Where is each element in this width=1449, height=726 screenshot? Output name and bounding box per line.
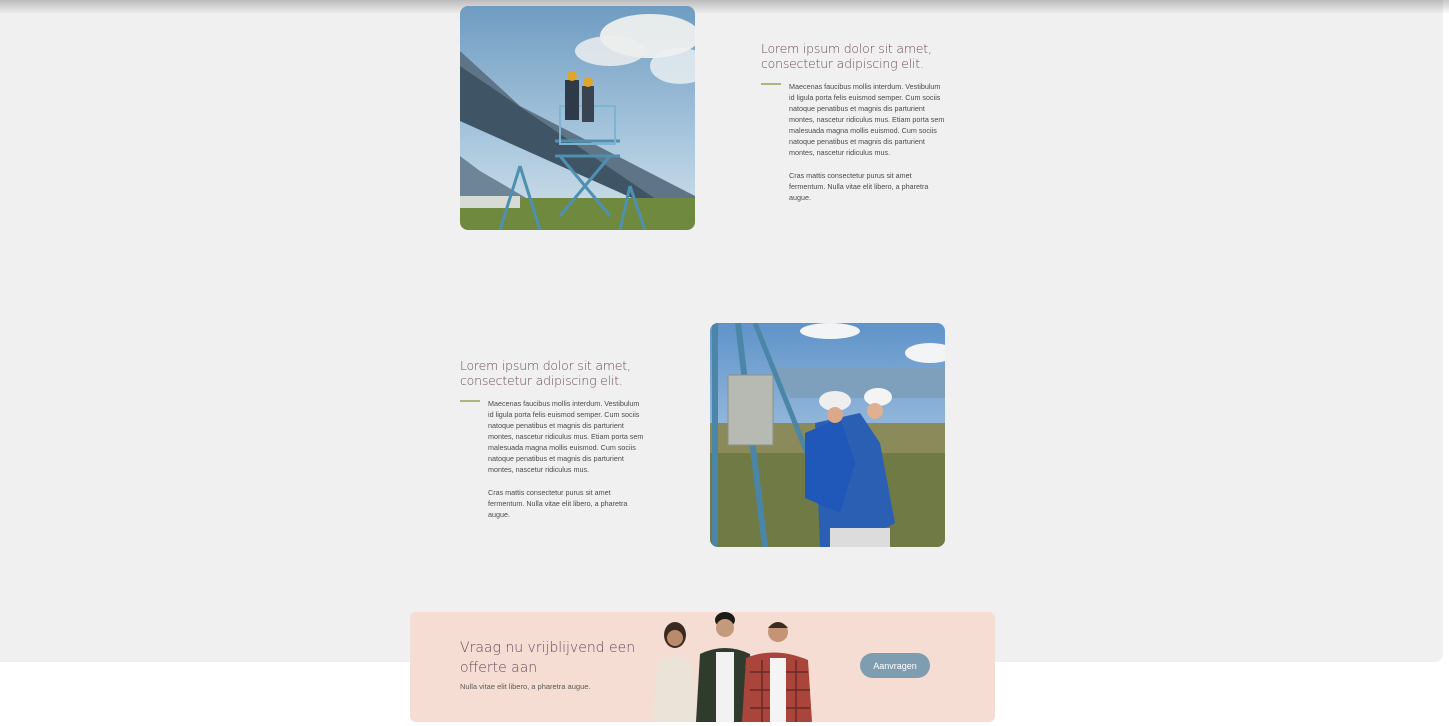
cta-subtitle: Nulla vitae elit libero, a pharetra augu… <box>460 682 591 691</box>
request-quote-button[interactable]: Aanvragen <box>860 653 930 678</box>
section-1-heading: Lorem ipsum dolor sit amet, consectetur … <box>761 41 932 71</box>
section-2-paragraph-2: Cras mattis consectetur purus sit amet f… <box>488 488 628 519</box>
section-1-image <box>460 6 695 230</box>
accent-divider <box>761 83 781 85</box>
quote-cta-banner: Vraag nu vrijblijvend een offerte aan Nu… <box>410 612 995 722</box>
section-1-paragraph-1: Maecenas faucibus mollis interdum. Vesti… <box>789 82 945 157</box>
section-2-text: Lorem ipsum dolor sit amet, consectetur … <box>460 358 650 520</box>
cta-title: Vraag nu vrijblijvend een offerte aan <box>460 640 636 676</box>
cta-people-image <box>652 612 812 722</box>
section-2-heading: Lorem ipsum dolor sit amet, consectetur … <box>460 358 631 388</box>
section-1-paragraph-2: Cras mattis consectetur purus sit amet f… <box>789 171 929 202</box>
section-2-body: Maecenas faucibus mollis interdum. Vesti… <box>460 398 650 520</box>
header-shadow <box>0 0 1449 14</box>
section-1-text: Lorem ipsum dolor sit amet, consectetur … <box>761 41 951 203</box>
accent-divider <box>460 400 480 402</box>
section-1-body: Maecenas faucibus mollis interdum. Vesti… <box>761 81 951 203</box>
section-2-image <box>710 323 945 547</box>
section-2-paragraph-1: Maecenas faucibus mollis interdum. Vesti… <box>488 399 644 474</box>
